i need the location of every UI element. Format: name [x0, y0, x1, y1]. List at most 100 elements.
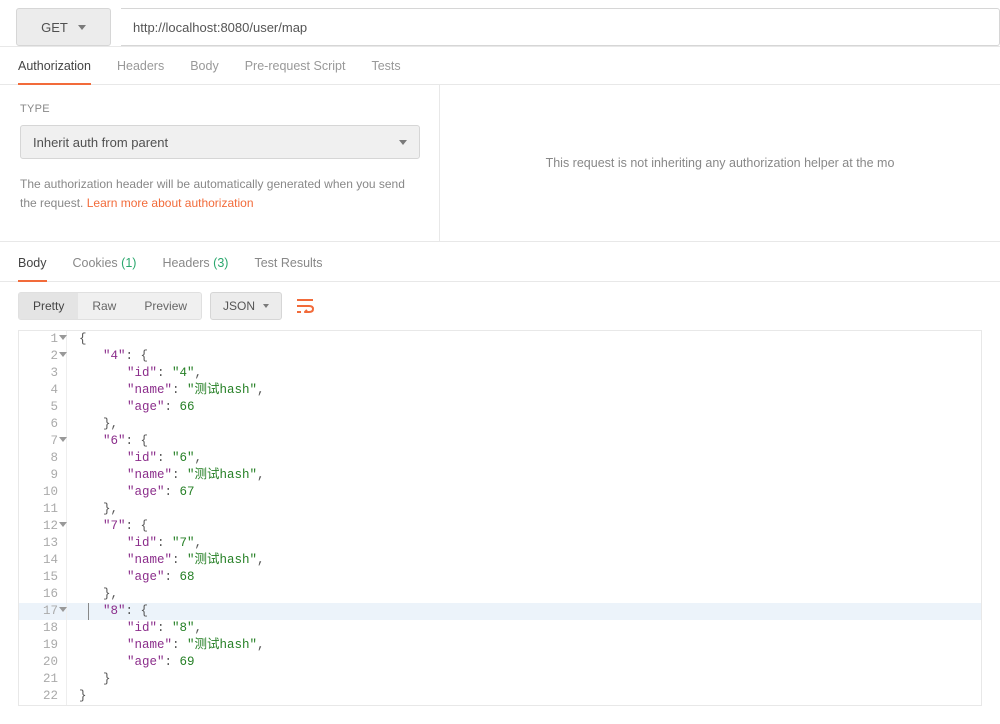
code-content: "age": 66 [67, 399, 195, 416]
code-content: "id": "4", [67, 365, 202, 382]
code-content: } [67, 688, 87, 705]
line-number: 4 [19, 382, 67, 399]
code-line: 9"name": "测试hash", [19, 467, 981, 484]
line-number: 8 [19, 450, 67, 467]
preview-button[interactable]: Preview [130, 293, 201, 319]
tab-body[interactable]: Body [190, 59, 219, 84]
fold-icon[interactable] [59, 522, 67, 527]
code-content: "7": { [67, 518, 148, 535]
code-line: 20"age": 69 [19, 654, 981, 671]
auth-type-label: TYPE [20, 103, 419, 115]
code-content: }, [67, 501, 118, 518]
line-number: 19 [19, 637, 67, 654]
request-bar: GET [0, 0, 1000, 47]
line-number: 7 [19, 433, 67, 450]
headers-count: (3) [213, 256, 228, 270]
code-content: "name": "测试hash", [67, 382, 265, 399]
line-number: 10 [19, 484, 67, 501]
code-content: "id": "6", [67, 450, 202, 467]
auth-description: The authorization header will be automat… [20, 175, 419, 213]
line-number: 14 [19, 552, 67, 569]
url-input[interactable] [121, 8, 1000, 46]
code-content: "name": "测试hash", [67, 552, 265, 569]
code-line: 21} [19, 671, 981, 688]
code-content: "4": { [67, 348, 148, 365]
code-line: 22} [19, 688, 981, 705]
code-content: }, [67, 586, 118, 603]
http-method-select[interactable]: GET [16, 8, 111, 46]
code-line: 8"id": "6", [19, 450, 981, 467]
wrap-icon [296, 299, 314, 313]
cookies-count: (1) [121, 256, 136, 270]
line-number: 9 [19, 467, 67, 484]
response-tab-cookies[interactable]: Cookies (1) [73, 256, 137, 281]
code-line: 12"7": { [19, 518, 981, 535]
tab-headers[interactable]: Headers [117, 59, 164, 84]
code-line: 14"name": "测试hash", [19, 552, 981, 569]
code-line: 11}, [19, 501, 981, 518]
code-line: 7"6": { [19, 433, 981, 450]
response-tab-body[interactable]: Body [18, 256, 47, 282]
line-number: 5 [19, 399, 67, 416]
line-number: 1 [19, 331, 67, 348]
chevron-down-icon [78, 25, 86, 30]
response-tabs: Body Cookies (1) Headers (3) Test Result… [0, 242, 1000, 282]
line-number: 17 [19, 603, 67, 620]
auth-type-select[interactable]: Inherit auth from parent [20, 125, 420, 159]
line-number: 6 [19, 416, 67, 433]
fold-icon[interactable] [59, 437, 67, 442]
fold-icon[interactable] [59, 335, 67, 340]
line-number: 22 [19, 688, 67, 705]
auth-info-panel: This request is not inheriting any autho… [440, 85, 1000, 241]
line-number: 21 [19, 671, 67, 688]
headers-label: Headers [162, 256, 209, 270]
code-line: 3"id": "4", [19, 365, 981, 382]
response-body-editor[interactable]: 1{2"4": {3"id": "4",4"name": "测试hash",5"… [18, 330, 982, 706]
line-number: 20 [19, 654, 67, 671]
response-tab-headers[interactable]: Headers (3) [162, 256, 228, 281]
auth-config-panel: TYPE Inherit auth from parent The author… [0, 85, 440, 241]
code-line: 19"name": "测试hash", [19, 637, 981, 654]
code-line: 1{ [19, 331, 981, 348]
line-number: 18 [19, 620, 67, 637]
code-content: "id": "8", [67, 620, 202, 637]
raw-button[interactable]: Raw [78, 293, 130, 319]
code-line: 5"age": 66 [19, 399, 981, 416]
auth-inherit-message: This request is not inheriting any autho… [546, 156, 895, 170]
tab-tests[interactable]: Tests [371, 59, 400, 84]
code-line: 6}, [19, 416, 981, 433]
chevron-down-icon [263, 304, 269, 308]
format-select[interactable]: JSON [210, 292, 282, 320]
line-number: 13 [19, 535, 67, 552]
code-content: "id": "7", [67, 535, 202, 552]
http-method-value: GET [41, 20, 68, 35]
code-content: "6": { [67, 433, 148, 450]
code-content: "age": 68 [67, 569, 195, 586]
view-mode-group: Pretty Raw Preview [18, 292, 202, 320]
response-tab-test-results[interactable]: Test Results [254, 256, 322, 281]
fold-icon[interactable] [59, 607, 67, 612]
tab-prerequest[interactable]: Pre-request Script [245, 59, 346, 84]
format-value: JSON [223, 299, 255, 313]
tab-authorization[interactable]: Authorization [18, 59, 91, 85]
line-number: 3 [19, 365, 67, 382]
pretty-button[interactable]: Pretty [19, 293, 78, 319]
learn-more-link[interactable]: Learn more about authorization [87, 196, 254, 210]
code-content: "age": 67 [67, 484, 195, 501]
line-number: 15 [19, 569, 67, 586]
wrap-lines-button[interactable] [290, 292, 320, 320]
cookies-label: Cookies [73, 256, 118, 270]
line-number: 16 [19, 586, 67, 603]
auth-type-value: Inherit auth from parent [33, 135, 168, 150]
code-content: { [67, 331, 87, 348]
code-line: 18"id": "8", [19, 620, 981, 637]
fold-icon[interactable] [59, 352, 67, 357]
code-content: } [67, 671, 111, 688]
code-content: "name": "测试hash", [67, 637, 265, 654]
code-line: 2"4": { [19, 348, 981, 365]
line-number: 2 [19, 348, 67, 365]
code-line: 15"age": 68 [19, 569, 981, 586]
code-line: 17"8": { [19, 603, 981, 620]
code-content: "name": "测试hash", [67, 467, 265, 484]
code-line: 16}, [19, 586, 981, 603]
